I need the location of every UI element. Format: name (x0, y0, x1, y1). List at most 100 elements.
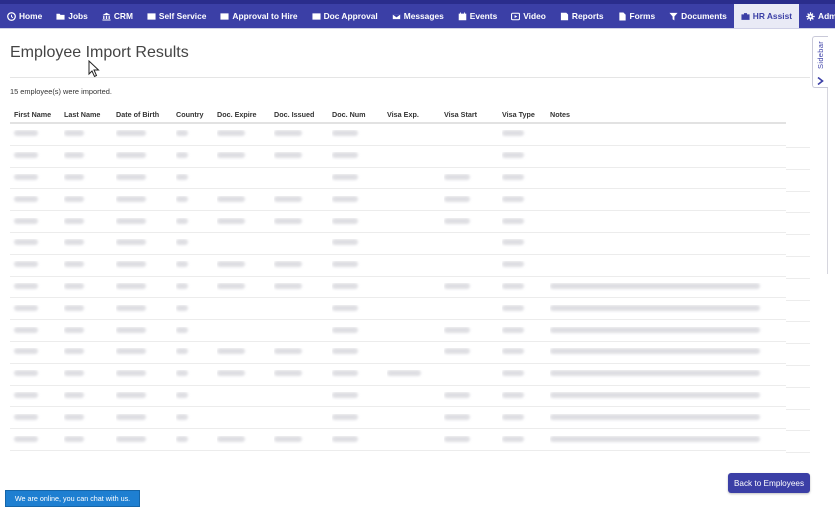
table-cell (116, 282, 176, 291)
table-cell (116, 435, 176, 444)
redacted-value (550, 435, 760, 442)
nav-item-label: HR Assist (752, 11, 793, 21)
redacted-value (444, 435, 470, 442)
table-cell (176, 304, 217, 313)
nav-item-hr-assist[interactable]: HR Assist (733, 4, 800, 28)
redacted-value (274, 282, 302, 289)
table-cell (116, 130, 176, 138)
redacted-value (176, 217, 188, 224)
table-cell (274, 217, 332, 226)
redacted-value (217, 370, 245, 377)
redacted-value (64, 130, 84, 137)
col-notes[interactable]: Notes (550, 110, 786, 119)
live-chat-badge[interactable]: We are online, you can chat with us. (5, 490, 140, 507)
redacted-value (332, 391, 358, 398)
col-last-name[interactable]: Last Name (64, 110, 116, 119)
table-row (10, 189, 786, 212)
redacted-value (502, 435, 524, 442)
redacted-value (14, 152, 38, 159)
table-cell (64, 261, 116, 269)
nav-item-jobs[interactable]: Jobs (49, 4, 95, 28)
table-cell (64, 348, 116, 356)
nav-item-documents[interactable]: Documents (662, 4, 734, 28)
col-date-of-birth[interactable]: Date of Birth (116, 110, 176, 119)
table-cell (502, 239, 550, 247)
redacted-value (274, 435, 302, 442)
table-cell (10, 217, 64, 226)
table-cell (550, 435, 786, 444)
col-visa-start[interactable]: Visa Start (444, 110, 502, 119)
nav-item-forms[interactable]: Forms (611, 4, 663, 28)
nav-item-events[interactable]: Events (451, 4, 504, 28)
redacted-value (550, 348, 760, 355)
sidebar-toggle[interactable]: Sidebar (812, 36, 828, 88)
redacted-value (14, 348, 38, 355)
table-cell (550, 282, 786, 291)
nav-item-video[interactable]: Video (504, 4, 553, 28)
col-visa-exp[interactable]: Visa Exp. (387, 110, 444, 119)
col-country[interactable]: Country (176, 110, 217, 119)
nav-item-self-service[interactable]: Self Service (140, 4, 214, 28)
redacted-value (64, 370, 84, 377)
nav-item-crm[interactable]: CRM (95, 4, 140, 28)
nav-item-messages[interactable]: Messages (385, 4, 451, 28)
col-doc-num[interactable]: Doc. Num (332, 110, 387, 119)
table-cell (64, 282, 116, 291)
nav-item-approval-to-hire[interactable]: Approval to Hire (213, 4, 304, 28)
table-cell (502, 152, 550, 160)
table-cell (444, 282, 502, 291)
col-doc-expire[interactable]: Doc. Expire (217, 110, 274, 119)
redacted-value (217, 130, 245, 137)
card-icon (312, 12, 321, 21)
redacted-value (14, 304, 38, 311)
redacted-value (64, 239, 84, 246)
redacted-value (502, 130, 524, 137)
redacted-value (64, 217, 84, 224)
building-icon (102, 12, 111, 21)
home-icon (7, 11, 16, 21)
redacted-value (550, 370, 760, 377)
table-cell (116, 152, 176, 160)
nav-item-admin[interactable]: Admin (799, 4, 835, 28)
redacted-value (14, 195, 38, 202)
col-first-name[interactable]: First Name (10, 110, 64, 119)
table-cell (116, 304, 176, 313)
table-cell (116, 195, 176, 204)
redacted-value (274, 348, 302, 355)
table-cell (502, 304, 550, 313)
table-header: First Name Last Name Date of Birth Count… (10, 106, 786, 124)
table-row (10, 233, 786, 255)
nav-item-label: Events (469, 11, 498, 21)
back-to-employees-button[interactable]: Back to Employees (728, 473, 810, 493)
table-cell (444, 435, 502, 444)
table-cell (550, 413, 786, 422)
nav-item-doc-approval[interactable]: Doc Approval (305, 4, 385, 28)
redacted-value (176, 435, 188, 442)
nav-item-label: Reports (571, 11, 604, 21)
redacted-value (64, 348, 84, 355)
table-cell (217, 130, 274, 138)
col-visa-type[interactable]: Visa Type (502, 110, 550, 119)
redacted-value (217, 217, 245, 224)
redacted-value (502, 282, 524, 289)
table-row (10, 386, 786, 408)
nav-item-label: Documents (681, 11, 727, 21)
nav-divider (0, 28, 835, 29)
redacted-value (332, 217, 358, 224)
col-doc-issued[interactable]: Doc. Issued (274, 110, 332, 119)
redacted-value (332, 326, 358, 333)
redacted-value (502, 239, 524, 246)
table-cell (10, 173, 64, 182)
table-cell (176, 391, 217, 400)
nav-item-home[interactable]: Home (0, 4, 49, 28)
table-cell (176, 239, 217, 247)
table-cell (444, 195, 502, 204)
table-cell (64, 152, 116, 160)
table-cell (502, 282, 550, 291)
top-bar: Home Jobs CRM Self Service Approval to Hire D… (0, 0, 835, 32)
table-cell (176, 326, 217, 335)
table-cell (274, 195, 332, 204)
table-cell (274, 282, 332, 291)
table-cell (332, 326, 387, 335)
nav-item-reports[interactable]: Reports (553, 4, 611, 28)
